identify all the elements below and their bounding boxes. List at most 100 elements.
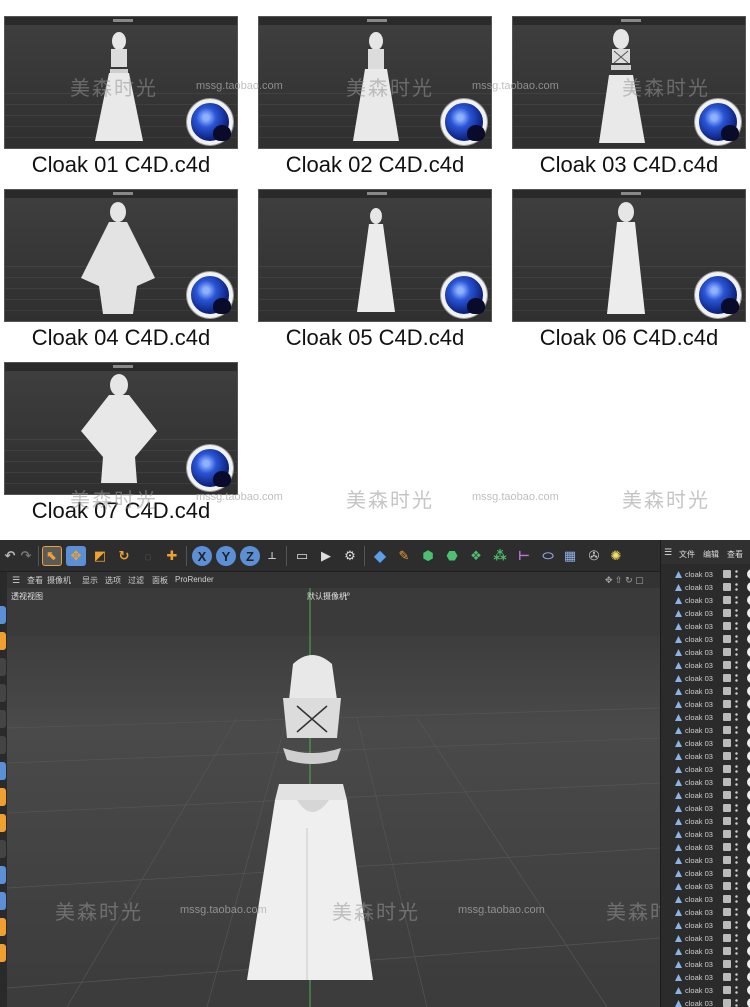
visibility-toggle-icon[interactable]: [723, 583, 731, 591]
object-row[interactable]: cloak 03: [667, 620, 750, 633]
visibility-toggle-icon[interactable]: [723, 648, 731, 656]
viewport-menu-item[interactable]: ProRender: [175, 575, 214, 584]
viewport-menu-item[interactable]: 过滤: [128, 575, 144, 586]
object-row[interactable]: cloak 03: [667, 568, 750, 581]
object-row[interactable]: cloak 03: [667, 581, 750, 594]
visibility-toggle-icon[interactable]: [723, 609, 731, 617]
layer-dots-icon[interactable]: [735, 803, 738, 813]
layer-dots-icon[interactable]: [735, 933, 738, 943]
visibility-toggle-icon[interactable]: [723, 570, 731, 578]
object-row[interactable]: cloak 03: [667, 880, 750, 893]
layer-dots-icon[interactable]: [735, 673, 738, 683]
thumbnail-cloak-07[interactable]: Cloak 07 C4D.c4d: [4, 362, 238, 524]
object-row[interactable]: cloak 03: [667, 802, 750, 815]
thumbnail-cloak-02[interactable]: Cloak 02 C4D.c4d: [258, 16, 492, 178]
coordinate-system-icon[interactable]: ⊥: [262, 546, 282, 566]
extrude-icon[interactable]: ⬣: [442, 546, 462, 566]
rotate-tool-icon[interactable]: ↻: [114, 546, 134, 566]
object-row[interactable]: cloak 03: [667, 607, 750, 620]
viewport-menu-item[interactable]: 查看: [27, 575, 43, 586]
object-row[interactable]: cloak 03: [667, 594, 750, 607]
layer-dots-icon[interactable]: [735, 907, 738, 917]
palette-tool-icon[interactable]: [0, 788, 6, 806]
viewport-nav-icons[interactable]: ✥ ⇧ ↻ ▢: [605, 575, 644, 586]
palette-tool-icon[interactable]: [0, 892, 6, 910]
visibility-toggle-icon[interactable]: [723, 869, 731, 877]
visibility-toggle-icon[interactable]: [723, 908, 731, 916]
deformer-icon[interactable]: ⊢: [514, 546, 534, 566]
object-row[interactable]: cloak 03: [667, 763, 750, 776]
visibility-toggle-icon[interactable]: [723, 765, 731, 773]
palette-tool-icon[interactable]: [0, 944, 6, 962]
layer-dots-icon[interactable]: [735, 621, 738, 631]
object-row[interactable]: cloak 03: [667, 724, 750, 737]
layer-dots-icon[interactable]: [735, 946, 738, 956]
visibility-toggle-icon[interactable]: [723, 661, 731, 669]
object-row[interactable]: cloak 03: [667, 646, 750, 659]
live-select-icon[interactable]: ◌: [138, 546, 158, 566]
palette-tool-icon[interactable]: [0, 710, 6, 728]
perspective-viewport[interactable]: 透视视图 默认摄像机 •º: [7, 588, 660, 1007]
palette-tool-icon[interactable]: [0, 736, 6, 754]
object-row[interactable]: cloak 03: [667, 997, 750, 1007]
layer-dots-icon[interactable]: [735, 894, 738, 904]
axis-z-button[interactable]: Z: [240, 546, 260, 566]
object-row[interactable]: cloak 03: [667, 815, 750, 828]
visibility-toggle-icon[interactable]: [723, 687, 731, 695]
object-row[interactable]: cloak 03: [667, 711, 750, 724]
visibility-toggle-icon[interactable]: [723, 804, 731, 812]
camera-icon[interactable]: ✇: [584, 546, 604, 566]
thumbnail-cloak-05[interactable]: Cloak 05 C4D.c4d: [258, 189, 492, 351]
visibility-toggle-icon[interactable]: [723, 817, 731, 825]
object-row[interactable]: cloak 03: [667, 633, 750, 646]
layer-dots-icon[interactable]: [735, 647, 738, 657]
visibility-toggle-icon[interactable]: [723, 986, 731, 994]
visibility-toggle-icon[interactable]: [723, 999, 731, 1007]
field-icon[interactable]: ⬭: [538, 546, 558, 566]
object-row[interactable]: cloak 03: [667, 841, 750, 854]
palette-tool-icon[interactable]: [0, 658, 6, 676]
visibility-toggle-icon[interactable]: [723, 635, 731, 643]
layer-dots-icon[interactable]: [735, 842, 738, 852]
layer-dots-icon[interactable]: [735, 816, 738, 826]
object-row[interactable]: cloak 03: [667, 750, 750, 763]
object-row[interactable]: cloak 03: [667, 867, 750, 880]
om-menu-item[interactable]: 文件: [679, 549, 695, 560]
object-row[interactable]: cloak 03: [667, 698, 750, 711]
layer-dots-icon[interactable]: [735, 790, 738, 800]
visibility-toggle-icon[interactable]: [723, 752, 731, 760]
visibility-toggle-icon[interactable]: [723, 960, 731, 968]
palette-tool-icon[interactable]: [0, 814, 6, 832]
mograph-icon[interactable]: ⁂: [490, 546, 510, 566]
object-row[interactable]: cloak 03: [667, 672, 750, 685]
object-row[interactable]: cloak 03: [667, 685, 750, 698]
palette-tool-icon[interactable]: [0, 632, 6, 650]
visibility-toggle-icon[interactable]: [723, 921, 731, 929]
om-menu-item[interactable]: 编辑: [703, 549, 719, 560]
viewport-menu-item[interactable]: 显示: [82, 575, 98, 586]
palette-tool-icon[interactable]: [0, 918, 6, 936]
visibility-toggle-icon[interactable]: [723, 934, 731, 942]
visibility-toggle-icon[interactable]: [723, 856, 731, 864]
select-tool-icon[interactable]: ⬉: [42, 546, 62, 566]
om-menu-item[interactable]: 查看: [727, 549, 743, 560]
layer-dots-icon[interactable]: [735, 855, 738, 865]
object-row[interactable]: cloak 03: [667, 776, 750, 789]
object-row[interactable]: cloak 03: [667, 737, 750, 750]
viewport-menu-item[interactable]: 摄像机: [47, 575, 71, 586]
object-row[interactable]: cloak 03: [667, 919, 750, 932]
palette-tool-icon[interactable]: [0, 684, 6, 702]
layer-dots-icon[interactable]: [735, 712, 738, 722]
layer-dots-icon[interactable]: [735, 738, 738, 748]
thumbnail-cloak-03[interactable]: Cloak 03 C4D.c4d: [512, 16, 746, 178]
hamburger-menu-icon[interactable]: ☰: [12, 575, 20, 586]
object-row[interactable]: cloak 03: [667, 828, 750, 841]
visibility-toggle-icon[interactable]: [723, 596, 731, 604]
layer-dots-icon[interactable]: [735, 972, 738, 982]
layer-dots-icon[interactable]: [735, 634, 738, 644]
object-row[interactable]: cloak 03: [667, 854, 750, 867]
object-row[interactable]: cloak 03: [667, 958, 750, 971]
axis-y-button[interactable]: Y: [216, 546, 236, 566]
layer-dots-icon[interactable]: [735, 725, 738, 735]
add-object-icon[interactable]: ✚: [162, 546, 182, 566]
